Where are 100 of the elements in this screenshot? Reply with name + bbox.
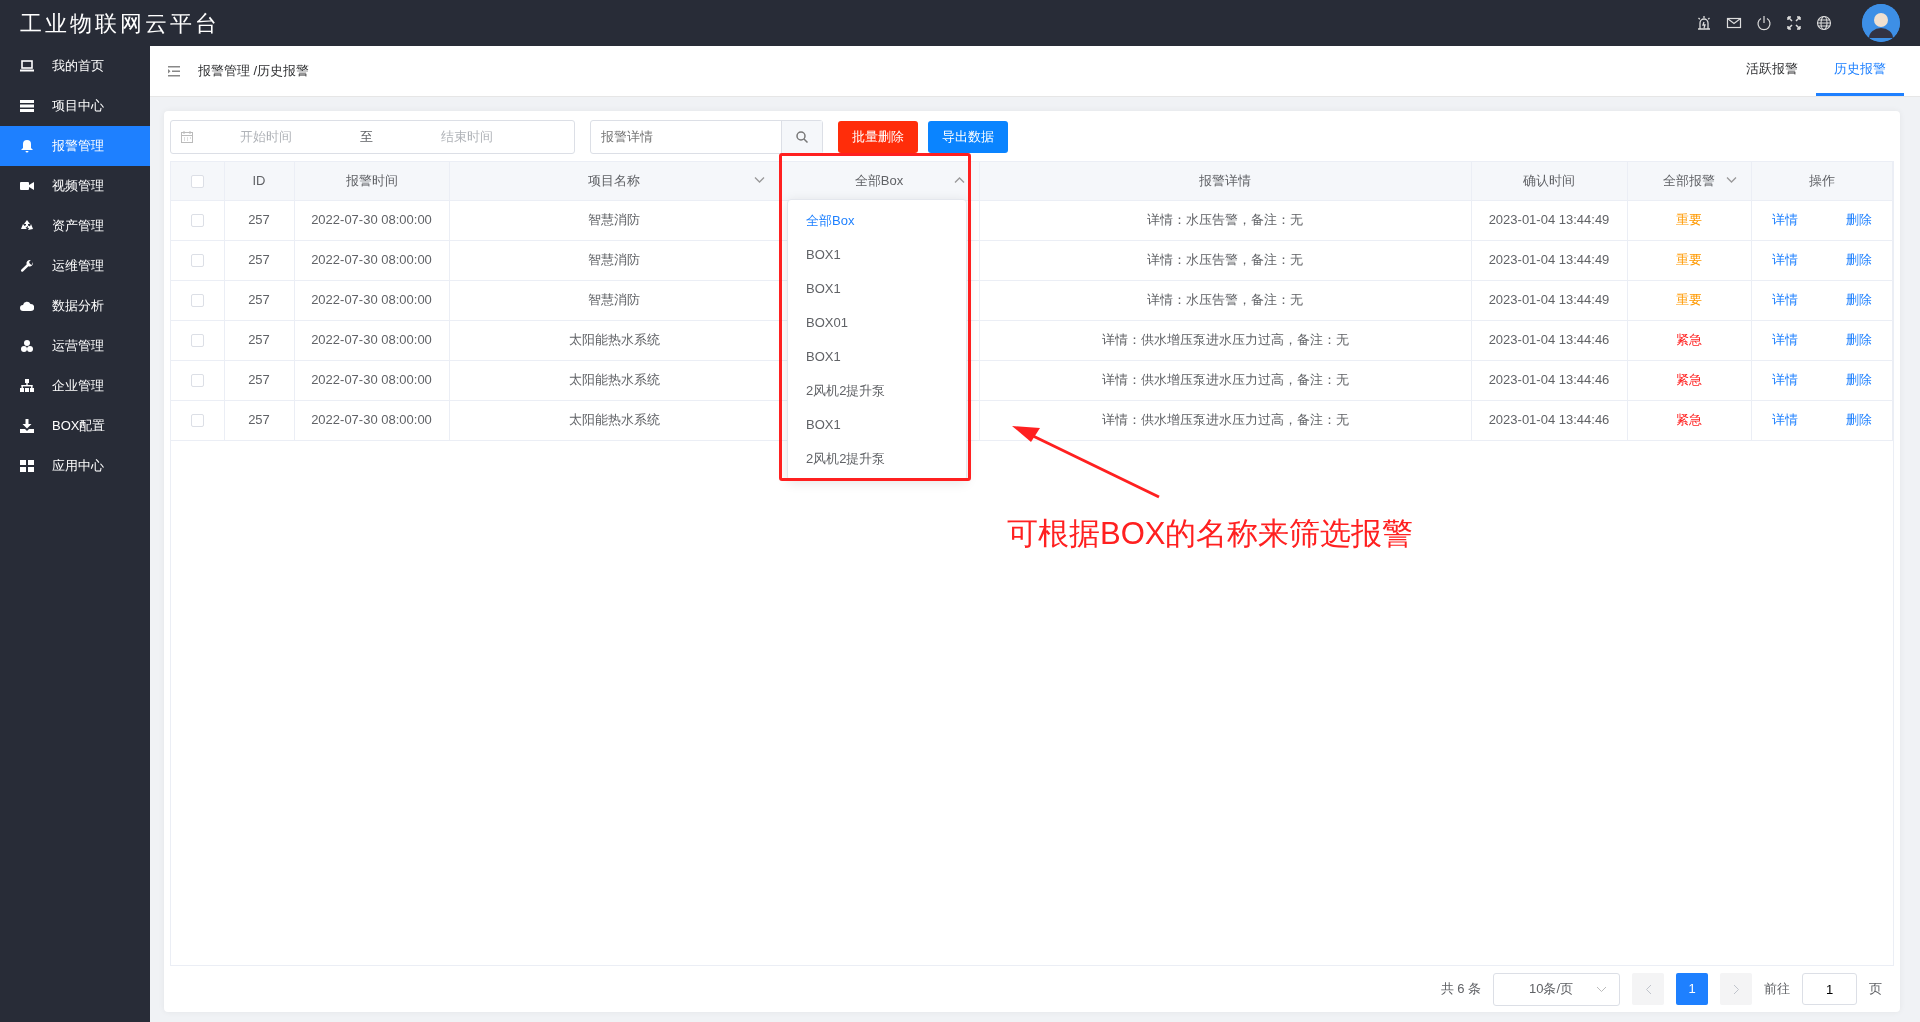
alarm-level: 紧急 xyxy=(1676,412,1702,428)
column-header: 操作 xyxy=(1808,173,1835,188)
cubes-icon xyxy=(20,339,34,353)
power-icon[interactable] xyxy=(1756,15,1772,31)
id-cell: 257 xyxy=(224,200,294,240)
dropdown-option[interactable]: BOX01 xyxy=(788,306,966,340)
id-cell: 257 xyxy=(224,280,294,320)
confirm-time-cell: 2023-01-04 13:44:46 xyxy=(1471,360,1627,400)
sidebar-item[interactable]: BOX配置 xyxy=(0,406,150,446)
fullscreen-icon[interactable] xyxy=(1786,15,1802,31)
row-checkbox[interactable] xyxy=(190,374,204,388)
sidebar-item[interactable]: 报警管理 xyxy=(0,126,150,166)
alarm-detail-cell: 详情：水压告警，备注：无 xyxy=(979,200,1471,240)
caret-icon[interactable] xyxy=(953,176,965,184)
row-checkbox[interactable] xyxy=(190,334,204,348)
filter-header[interactable]: 全部报警 xyxy=(1663,173,1715,188)
alarm-detail-cell: 详情：供水增压泵进水压力过高，备注：无 xyxy=(979,320,1471,360)
page-size-select[interactable]: 10条/页 xyxy=(1493,972,1620,1006)
sidebar-item[interactable]: 数据分析 xyxy=(0,286,150,326)
mail-icon[interactable] xyxy=(1726,15,1742,31)
alarm-level: 重要 xyxy=(1676,212,1702,228)
row-checkbox[interactable] xyxy=(190,254,204,268)
delete-link[interactable]: 删除 xyxy=(1845,290,1872,310)
globe-icon[interactable] xyxy=(1816,15,1832,31)
alarm-time-cell: 2022-07-30 08:00:00 xyxy=(294,400,449,440)
project-name-cell: 智慧消防 xyxy=(449,200,779,240)
goto-label: 前往 xyxy=(1764,980,1790,999)
dropdown-option[interactable]: BOX1 xyxy=(788,408,966,442)
search-field[interactable]: 报警详情 xyxy=(590,119,823,154)
list-icon xyxy=(20,99,34,113)
sidebar-item[interactable]: 我的首页 xyxy=(0,46,150,86)
id-cell: 257 xyxy=(224,240,294,280)
select-all-checkbox[interactable] xyxy=(190,175,204,189)
search-icon xyxy=(796,130,808,143)
dropdown-option[interactable]: BOX1 xyxy=(788,238,966,272)
alarm-detail-cell: 详情：供水增压泵进水压力过高，备注：无 xyxy=(979,360,1471,400)
alarm-time-cell: 2022-07-30 08:00:00 xyxy=(294,360,449,400)
id-cell: 257 xyxy=(224,360,294,400)
dropdown-option[interactable]: BOX1 xyxy=(788,340,966,374)
id-cell: 257 xyxy=(224,400,294,440)
confirm-time-cell: 2023-01-04 13:44:49 xyxy=(1471,200,1627,240)
delete-link[interactable]: 删除 xyxy=(1845,250,1872,270)
project-name-cell: 太阳能热水系统 xyxy=(449,320,779,360)
row-checkbox[interactable] xyxy=(190,214,204,228)
dropdown-option[interactable]: 2风机2提升泵 xyxy=(788,374,966,408)
tab[interactable]: 历史报警 xyxy=(1816,45,1904,96)
details-link[interactable]: 详情 xyxy=(1771,410,1798,430)
alarm-time-cell: 2022-07-30 08:00:00 xyxy=(294,280,449,320)
filter-header[interactable]: 项目名称 xyxy=(588,173,640,188)
delete-link[interactable]: 删除 xyxy=(1845,410,1872,430)
sidebar-item[interactable]: 视频管理 xyxy=(0,166,150,206)
tab[interactable]: 活跃报警 xyxy=(1728,45,1816,96)
video-camera-icon xyxy=(20,179,34,193)
caret-icon[interactable] xyxy=(753,176,765,184)
details-link[interactable]: 详情 xyxy=(1771,210,1798,230)
confirm-time-cell: 2023-01-04 13:44:46 xyxy=(1471,320,1627,360)
delete-link[interactable]: 删除 xyxy=(1845,330,1872,350)
date-range-field[interactable]: 开始时间 至 结束时间 xyxy=(170,119,575,154)
confirm-time-cell: 2023-01-04 13:44:49 xyxy=(1471,240,1627,280)
chevron-left-icon xyxy=(1644,984,1652,996)
row-checkbox[interactable] xyxy=(190,294,204,308)
alarm-level: 重要 xyxy=(1676,292,1702,308)
project-name-cell: 太阳能热水系统 xyxy=(449,360,779,400)
sidebar-item[interactable]: 运营管理 xyxy=(0,326,150,366)
id-cell: 257 xyxy=(224,320,294,360)
details-link[interactable]: 详情 xyxy=(1771,250,1798,270)
dropdown-option[interactable]: BOX1 xyxy=(788,272,966,306)
export-button[interactable]: 导出数据 xyxy=(928,120,1008,153)
column-header: 报警详情 xyxy=(1199,173,1251,188)
batch-delete-button[interactable]: 批量删除 xyxy=(838,120,918,153)
alarm-time-cell: 2022-07-30 08:00:00 xyxy=(294,320,449,360)
filter-header[interactable]: 全部Box xyxy=(854,173,904,188)
page-button[interactable]: 1 xyxy=(1676,973,1708,1005)
project-name-cell: 太阳能热水系统 xyxy=(449,400,779,440)
column-header: 报警时间 xyxy=(345,173,398,188)
dropdown-option[interactable]: 2风机2提升泵 xyxy=(788,442,966,476)
sidebar-item[interactable]: 资产管理 xyxy=(0,206,150,246)
details-link[interactable]: 详情 xyxy=(1771,290,1798,310)
menu-icon[interactable] xyxy=(168,65,180,77)
column-header: ID xyxy=(252,173,266,188)
details-link[interactable]: 详情 xyxy=(1771,370,1798,390)
avatar[interactable] xyxy=(1862,4,1900,42)
row-checkbox[interactable] xyxy=(190,414,204,428)
start-time-placeholder: 开始时间 xyxy=(240,127,293,146)
siren-icon[interactable] xyxy=(1696,15,1712,31)
sidebar-item[interactable]: 项目中心 xyxy=(0,86,150,126)
alarm-level: 紧急 xyxy=(1676,332,1702,348)
sidebar-item[interactable]: 企业管理 xyxy=(0,366,150,406)
column-header: 确认时间 xyxy=(1523,173,1575,188)
alarm-detail-cell: 详情：水压告警，备注：无 xyxy=(979,240,1471,280)
sidebar-item[interactable]: 运维管理 xyxy=(0,246,150,286)
details-link[interactable]: 详情 xyxy=(1771,330,1798,350)
page-number-field[interactable]: 1 xyxy=(1802,973,1857,1005)
delete-link[interactable]: 删除 xyxy=(1845,370,1872,390)
dropdown-option[interactable]: 全部Box xyxy=(788,204,966,238)
sidebar-item[interactable]: 应用中心 xyxy=(0,446,150,486)
alarm-level: 紧急 xyxy=(1676,372,1702,388)
caret-icon[interactable] xyxy=(1725,176,1737,184)
search-button[interactable] xyxy=(781,120,822,153)
delete-link[interactable]: 删除 xyxy=(1845,210,1872,230)
